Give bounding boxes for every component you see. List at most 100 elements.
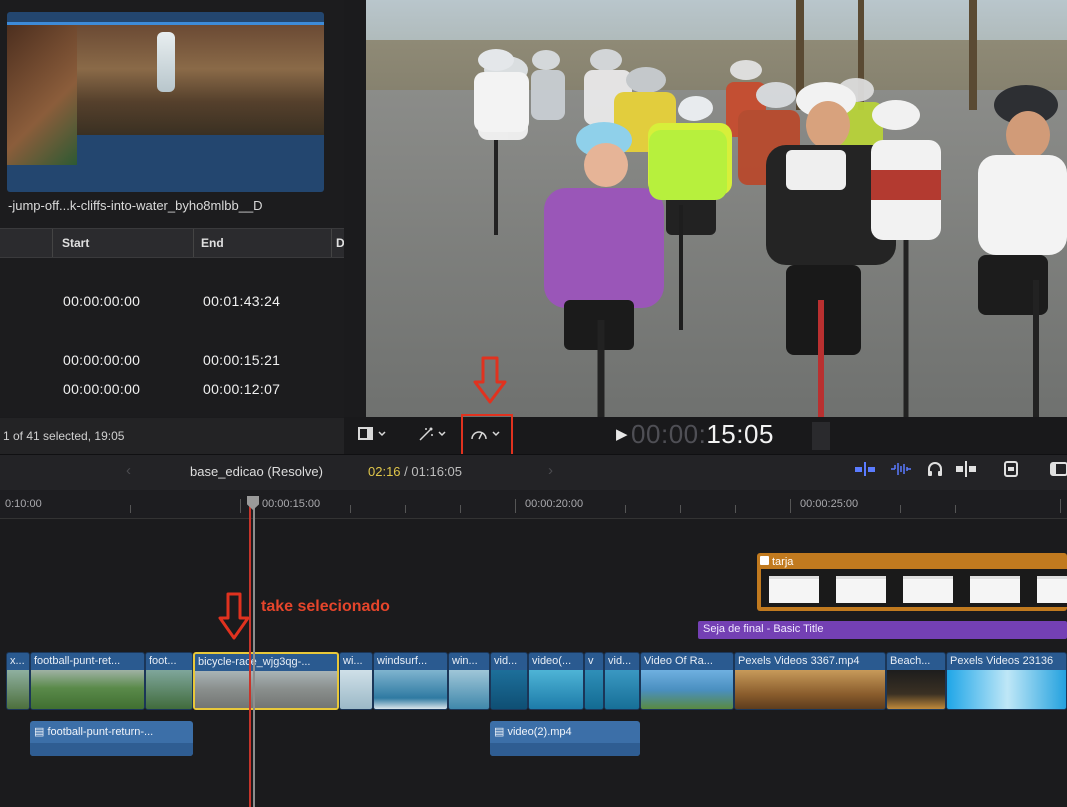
row-end: 00:00:15:21 xyxy=(203,352,281,368)
headphones-icon[interactable] xyxy=(926,460,944,483)
ruler-tick xyxy=(515,499,516,513)
basic-title-clip[interactable]: Seja de final - Basic Title xyxy=(698,621,1067,639)
timeline-clip[interactable]: x... xyxy=(6,652,30,710)
view-options-icon[interactable] xyxy=(358,426,388,442)
timeline-clip[interactable]: vid... xyxy=(604,652,640,710)
clip-label: x... xyxy=(10,655,25,667)
project-name[interactable]: base_edicao (Resolve) xyxy=(190,464,323,479)
down-arrow-icon xyxy=(218,592,250,640)
filmstrip-frame xyxy=(1037,576,1067,603)
timeline-clip[interactable]: video(... xyxy=(528,652,584,710)
list-item[interactable]: 00:00:00:00 00:00:15:21 xyxy=(0,346,344,376)
clip-label: Pexels Videos 23136 xyxy=(950,655,1054,667)
clip-label: vid... xyxy=(494,655,518,667)
clip-thumbnail xyxy=(374,670,447,709)
audio-meters-glyph xyxy=(855,462,875,476)
column-divider[interactable] xyxy=(331,229,332,257)
ruler-tick xyxy=(680,505,681,513)
list-item[interactable]: 00:00:00:00 00:01:43:24 xyxy=(0,287,344,317)
ruler-label: 00:00:15:00 xyxy=(262,498,321,510)
clip-appearance-icon[interactable] xyxy=(1004,460,1018,483)
take-annotation-label: take selecionado xyxy=(261,598,390,615)
clip-label: win... xyxy=(452,655,478,667)
back-chevron-icon[interactable]: ‹ xyxy=(126,462,131,479)
thumbnail-pool xyxy=(77,25,324,135)
clip-thumbnail xyxy=(641,670,733,709)
connected-clip-label: ▤ football-punt-return-... xyxy=(34,726,154,738)
ruler-label: 00:00:25:00 xyxy=(800,498,859,510)
title-filmstrip xyxy=(761,569,1067,607)
ruler-tick xyxy=(900,505,901,513)
title-clip-label: tarja xyxy=(772,556,794,568)
timeline-clip[interactable]: win... xyxy=(448,652,490,710)
clip-label: windsurf... xyxy=(377,655,428,667)
connected-clip[interactable]: ▤ video(2).mp4 xyxy=(490,721,640,756)
ruler-tick xyxy=(240,499,241,513)
column-divider[interactable] xyxy=(193,229,194,257)
playhead[interactable] xyxy=(249,500,251,807)
clip-thumbnail[interactable] xyxy=(7,12,324,192)
skimmer-line xyxy=(253,500,255,807)
title-clip-tarja[interactable]: tarja xyxy=(757,553,1067,611)
list-item[interactable]: 00:00:00:00 00:00:12:07 xyxy=(0,375,344,405)
clip-thumbnail xyxy=(491,670,527,709)
clip-thumbnail xyxy=(195,671,337,708)
timecode-seconds-frames: 15:05 xyxy=(706,419,774,449)
ruler-tick xyxy=(460,505,461,513)
ruler-tick xyxy=(625,505,626,513)
timeline-clip[interactable]: Video Of Ra... xyxy=(640,652,734,710)
skimming-glyph xyxy=(956,461,976,477)
clip-label: vid... xyxy=(608,655,632,667)
index-icon[interactable] xyxy=(1050,460,1067,483)
clip-thumbnail xyxy=(947,670,1066,709)
clip-label: video(... xyxy=(532,655,572,667)
timecode-hours-minutes: 00:00: xyxy=(631,419,707,449)
audio-meters-icon[interactable] xyxy=(855,460,875,483)
column-end[interactable]: End xyxy=(201,236,224,250)
connected-clip[interactable]: ▤ football-punt-return-... xyxy=(30,721,193,756)
row-start: 00:00:00:00 xyxy=(63,381,141,397)
play-icon[interactable]: ▶ xyxy=(616,426,628,443)
cyclists-image xyxy=(474,49,1067,417)
ruler-tick xyxy=(955,505,956,513)
clip-label: Pexels Videos 3367.mp4 xyxy=(738,655,860,667)
timeline-clip[interactable]: Beach... xyxy=(886,652,946,710)
timeline-clip[interactable]: wi... xyxy=(339,652,373,710)
thumbnail-waterfall xyxy=(157,32,175,92)
viewer-frame[interactable] xyxy=(366,0,1067,417)
column-start[interactable]: Start xyxy=(62,236,89,250)
column-divider[interactable] xyxy=(52,229,53,257)
project-duration: 02:16 / 01:16:05 xyxy=(368,464,462,479)
ruler-tick xyxy=(790,499,791,513)
timeline-clip[interactable]: v xyxy=(584,652,604,710)
title-icon xyxy=(760,556,769,565)
timeline-clip[interactable]: Pexels Videos 23136 xyxy=(946,652,1067,710)
timeline-clip-selected[interactable]: bicycle-race_wjg3qg-... xyxy=(193,652,339,710)
clip-thumbnail xyxy=(735,670,885,709)
timeline-clip[interactable]: vid... xyxy=(490,652,528,710)
clip-thumbnail xyxy=(7,670,29,709)
timeline-clip[interactable]: football-punt-ret... xyxy=(30,652,145,710)
clip-thumbnail xyxy=(529,670,583,709)
row-end: 00:01:43:24 xyxy=(203,293,281,309)
forward-chevron-icon[interactable]: › xyxy=(548,462,553,479)
waveform-icon[interactable] xyxy=(890,460,912,483)
timeline-clip[interactable]: windsurf... xyxy=(373,652,448,710)
viewer-timecode[interactable]: ▶ 00:00:15:05 xyxy=(616,419,774,450)
timeline-clip[interactable]: Pexels Videos 3367.mp4 xyxy=(734,652,886,710)
clip-thumbnail xyxy=(146,670,192,709)
filmstrip-frame xyxy=(769,576,819,603)
current-time: 02:16 xyxy=(368,464,401,479)
clip-label: Video Of Ra... xyxy=(644,655,713,667)
speed-highlight-box xyxy=(461,414,513,456)
index-glyph xyxy=(1050,462,1067,476)
transform-icon[interactable] xyxy=(418,426,448,442)
row-start: 00:00:00:00 xyxy=(63,352,141,368)
column-duration[interactable]: D xyxy=(336,236,344,250)
selected-clip-name: -jump-off...k-cliffs-into-water_byho8mlb… xyxy=(8,198,263,213)
timeline-clip[interactable]: foot... xyxy=(145,652,193,710)
skimming-icon[interactable] xyxy=(956,460,976,483)
clip-thumbnail xyxy=(449,670,489,709)
filmstrip-frame xyxy=(836,576,886,603)
browser-panel: -jump-off...k-cliffs-into-water_byho8mlb… xyxy=(0,0,344,417)
